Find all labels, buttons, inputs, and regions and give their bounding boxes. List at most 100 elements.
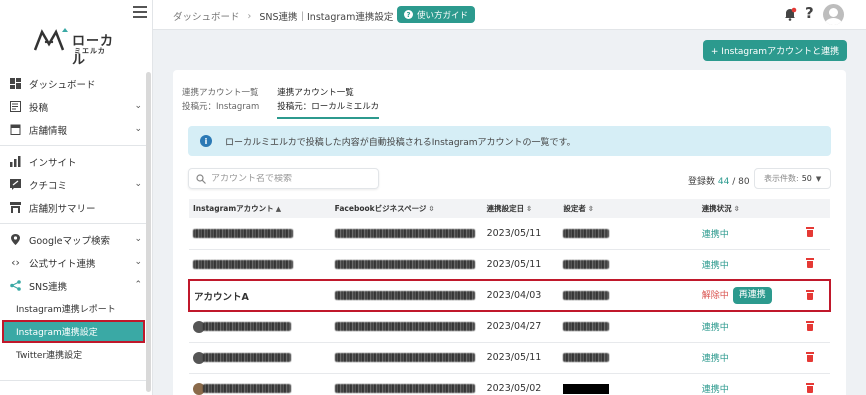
- sidebar-item-google-map[interactable]: Googleマップ検索 ⌄: [0, 228, 146, 251]
- sidebar-subitem-instagram-settings[interactable]: Instagram連携設定: [2, 320, 145, 343]
- search-icon: [196, 173, 206, 184]
- search-box[interactable]: [188, 168, 379, 189]
- column-header-setter[interactable]: 設定者 ⇳: [563, 199, 702, 218]
- table-header-row: Instagramアカウント ▲ Facebookビジネスページ ⇳ 連携設定日 ⇳ …: [189, 199, 830, 218]
- column-header-status[interactable]: 連携状況 ⇳: [701, 199, 807, 218]
- sidebar-scrollbar[interactable]: [146, 72, 151, 392]
- info-icon: i: [200, 135, 212, 147]
- redacted-account: [203, 353, 291, 362]
- redacted-facebook-page: [334, 228, 475, 238]
- column-header-facebook[interactable]: Facebookビジネスページ ⇳: [334, 199, 487, 218]
- sidebar-item-label: ダッシュボード: [29, 79, 96, 91]
- search-input[interactable]: [211, 173, 371, 184]
- add-instagram-account-button[interactable]: + Instagramアカウントと連携: [703, 40, 847, 61]
- review-icon: [9, 178, 22, 191]
- share-icon: [9, 279, 22, 292]
- bell-icon[interactable]: [783, 7, 797, 21]
- breadcrumb-home[interactable]: ダッシュボード: [173, 9, 240, 23]
- sidebar-nav: ダッシュボード 投稿 ⌄ 店舗情報 ⌄ インサイト クチコミ ⌄ 店舗別サマリー…: [0, 72, 146, 385]
- sidebar-subitem-instagram-report[interactable]: Instagram連携レポート: [0, 297, 146, 320]
- per-page-label: 表示件数:: [764, 174, 799, 183]
- sidebar-item-label: クチコミ: [29, 180, 68, 192]
- sort-icon: ⇳: [428, 205, 435, 213]
- trash-icon[interactable]: [806, 289, 815, 300]
- redacted-facebook-page: [334, 291, 475, 300]
- logo-mark-icon: [33, 28, 68, 51]
- guide-button-label: 使い方ガイド: [417, 10, 469, 21]
- table-row: 2023/04/27 連携中: [189, 311, 830, 343]
- sidebar-item-label: 投稿: [29, 102, 49, 114]
- count-current: 44: [717, 177, 730, 187]
- redacted-facebook-page: [334, 322, 475, 332]
- sidebar-item-summary[interactable]: 店舗別サマリー: [0, 196, 146, 219]
- sidebar-item-store[interactable]: 店舗情報 ⌄: [0, 118, 146, 141]
- date-cell: 2023/04/27: [486, 311, 564, 343]
- store-icon: [9, 123, 22, 136]
- redacted-setter: [563, 228, 610, 238]
- date-cell: 2023/04/03: [486, 279, 564, 312]
- chevron-down-icon: ⌄: [134, 101, 142, 111]
- chevron-down-icon: ⌄: [134, 124, 142, 134]
- table-row-highlighted: アカウントA 2023/04/03 解除中 再連携: [188, 279, 831, 312]
- column-header-instagram[interactable]: Instagramアカウント ▲: [189, 199, 335, 218]
- redacted-account: [203, 384, 291, 393]
- count-total: / 80: [732, 177, 750, 187]
- status-badge: 連携中: [701, 260, 729, 271]
- sidebar-item-label: Googleマップ検索: [29, 235, 111, 247]
- guide-button[interactable]: ? 使い方ガイド: [397, 6, 476, 23]
- table-row: 2023/05/02 連携中: [189, 373, 830, 395]
- post-icon: [9, 100, 22, 113]
- redacted-facebook-page: [334, 259, 475, 269]
- sidebar-item-post[interactable]: 投稿 ⌄: [0, 95, 146, 118]
- column-header-date[interactable]: 連携設定日 ⇳: [486, 199, 564, 218]
- sidebar-item-official-site[interactable]: ‹› 公式サイト連携 ⌄: [0, 251, 146, 274]
- reconnect-button[interactable]: 再連携: [732, 287, 772, 304]
- redacted-facebook-page: [334, 353, 475, 362]
- divider: [0, 223, 146, 224]
- redacted-account: [193, 259, 293, 269]
- redacted-setter: [563, 353, 610, 362]
- chevron-right-icon: ›: [247, 10, 252, 22]
- chevron-down-icon: ⌄: [134, 257, 142, 267]
- table-row: 2023/05/11 連携中: [189, 342, 830, 374]
- caret-down-icon: ▼: [815, 174, 822, 183]
- tabs: 連携アカウント一覧 投稿元：Instagram 連携アカウント一覧 投稿元：ロー…: [182, 86, 397, 119]
- status-badge: 連携中: [701, 229, 729, 240]
- redacted-facebook-page: [334, 384, 475, 393]
- count-label: 登録数: [688, 177, 716, 187]
- status-badge: 連携中: [701, 354, 729, 364]
- sidebar-item-dashboard[interactable]: ダッシュボード: [0, 72, 146, 95]
- question-icon: ?: [404, 10, 413, 19]
- trash-icon[interactable]: [806, 227, 815, 238]
- avatar[interactable]: [823, 4, 844, 25]
- redacted-account: [193, 228, 293, 238]
- sidebar-item-label: 店舗情報: [29, 125, 68, 137]
- sort-icon: ⇳: [733, 205, 740, 213]
- chevron-down-icon: ⌄: [134, 234, 142, 244]
- redacted-account: [203, 322, 291, 332]
- map-pin-icon: [9, 233, 22, 246]
- logo-subtext: ミエルカ: [74, 47, 106, 55]
- trash-icon[interactable]: [806, 258, 815, 269]
- tab-title: 連携アカウント一覧: [182, 88, 259, 98]
- tab-source-localmieruka[interactable]: 連携アカウント一覧 投稿元：ローカルミエルカ: [277, 86, 379, 119]
- sidebar-item-label: 店舗別サマリー: [29, 203, 96, 215]
- sidebar-item-insight[interactable]: インサイト: [0, 150, 146, 173]
- trash-icon[interactable]: [806, 382, 815, 393]
- sidebar-subitem-twitter-settings[interactable]: Twitter連携設定: [0, 343, 146, 366]
- tab-subtitle: 投稿元：Instagram: [182, 102, 260, 112]
- info-banner: i ローカルミエルカで投稿した内容が自動投稿されるInstagramアカウントの…: [188, 126, 831, 156]
- per-page-select[interactable]: 表示件数: 50 ▼: [754, 168, 831, 189]
- trash-icon[interactable]: [806, 320, 815, 331]
- hamburger-menu-icon[interactable]: [133, 6, 147, 18]
- help-icon[interactable]: ?: [805, 4, 814, 22]
- tab-source-instagram[interactable]: 連携アカウント一覧 投稿元：Instagram: [182, 86, 259, 119]
- sidebar-item-label: インサイト: [29, 157, 77, 169]
- sidebar-item-review[interactable]: クチコミ ⌄: [0, 173, 146, 196]
- accounts-table: Instagramアカウント ▲ Facebookビジネスページ ⇳ 連携設定日 ⇳ …: [188, 199, 831, 395]
- trash-icon[interactable]: [806, 351, 815, 362]
- status-badge: 解除中: [701, 291, 729, 301]
- redacted-setter: [563, 291, 610, 300]
- code-icon: ‹›: [11, 256, 20, 269]
- sidebar-item-sns[interactable]: SNS連携 ⌃: [0, 274, 146, 297]
